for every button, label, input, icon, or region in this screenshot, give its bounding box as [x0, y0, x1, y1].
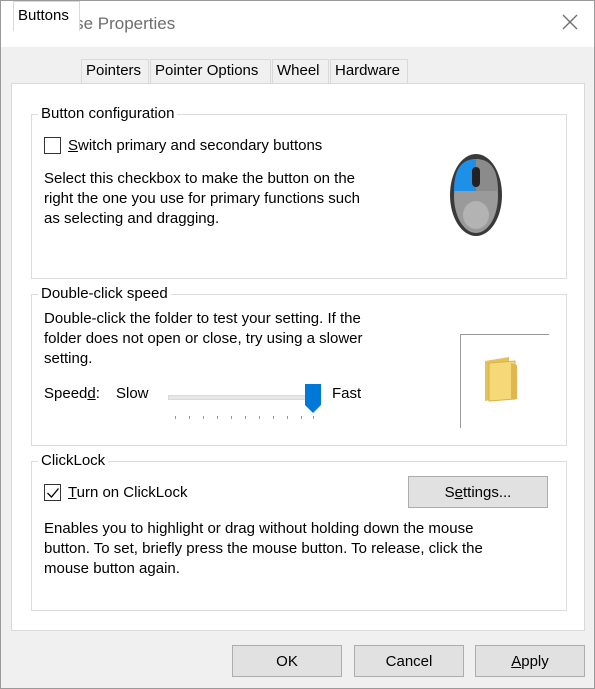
- slow-label: Slow: [116, 385, 149, 402]
- slider-tick: [287, 416, 288, 419]
- slider-tick: [273, 416, 274, 419]
- slider-tick: [245, 416, 246, 419]
- group-title: ClickLock: [38, 452, 109, 469]
- tab-label: Wheel: [277, 62, 320, 79]
- ok-button-label: OK: [276, 652, 298, 670]
- tab-wheel[interactable]: Wheel: [272, 59, 329, 83]
- title-bar: Mouse Properties: [1, 1, 594, 47]
- tab-label: Pointer Options: [155, 62, 259, 79]
- double-click-description-line: setting.: [44, 350, 93, 367]
- tab-hardware[interactable]: Hardware: [330, 59, 408, 83]
- tab-pointers[interactable]: Pointers: [81, 59, 149, 83]
- mouse-illustration-icon: [441, 151, 511, 245]
- double-click-description-line: Double-click the folder to test your set…: [44, 310, 361, 327]
- slider-tick: [189, 416, 190, 419]
- tab-label: Pointers: [86, 62, 142, 79]
- cancel-button[interactable]: Cancel: [354, 645, 464, 677]
- tab-buttons[interactable]: Buttons: [13, 1, 80, 31]
- button-config-description-line: right the one you use for primary functi…: [44, 190, 360, 207]
- speed-label: Speedd:: [44, 385, 100, 402]
- button-config-description-line: Select this checkbox to make the button …: [44, 170, 356, 187]
- tab-pointer-options[interactable]: Pointer Options: [150, 59, 271, 83]
- slider-tick: [259, 416, 260, 419]
- settings-button-label: Settings...: [444, 483, 512, 501]
- slider-tick: [203, 416, 204, 419]
- switch-buttons-checkbox[interactable]: [44, 137, 61, 154]
- clicklock-settings-button[interactable]: Settings...: [408, 476, 548, 508]
- close-button[interactable]: [546, 1, 594, 47]
- group-title: Button configuration: [38, 105, 178, 122]
- apply-button-label: Apply: [511, 652, 549, 670]
- slider-thumb[interactable]: [305, 384, 321, 417]
- clicklock-description-line: Enables you to highlight or drag without…: [44, 520, 474, 537]
- apply-button[interactable]: Apply: [475, 645, 585, 677]
- clicklock-checkbox[interactable]: [44, 484, 61, 501]
- tab-label: Buttons: [18, 7, 69, 24]
- test-folder-area[interactable]: [460, 334, 549, 428]
- tab-label: Hardware: [335, 62, 401, 79]
- folder-icon: [481, 355, 521, 407]
- mouse-properties-window: Mouse Properties Buttons Pointers Pointe…: [0, 0, 595, 689]
- checkmark-icon: [46, 486, 60, 504]
- slider-tick: [231, 416, 232, 419]
- double-click-description-line: folder does not open or close, try using…: [44, 330, 363, 347]
- clicklock-description-line: mouse button again.: [44, 560, 180, 577]
- clicklock-label[interactable]: Turn on ClickLock: [68, 483, 188, 503]
- button-config-description-line: as selecting and dragging.: [44, 210, 220, 227]
- fast-label: Fast: [332, 385, 362, 402]
- slider-tick: [301, 416, 302, 419]
- switch-buttons-label[interactable]: Switch primary and secondary buttons: [68, 136, 322, 156]
- slider-tick: [217, 416, 218, 419]
- group-title: Double-click speed: [38, 285, 171, 302]
- ok-button[interactable]: OK: [232, 645, 342, 677]
- cancel-button-label: Cancel: [385, 652, 433, 670]
- close-icon: [561, 13, 579, 35]
- slider-track: [168, 395, 316, 400]
- clicklock-description-line: button. To set, briefly press the mouse …: [44, 540, 483, 557]
- slider-tick: [175, 416, 176, 419]
